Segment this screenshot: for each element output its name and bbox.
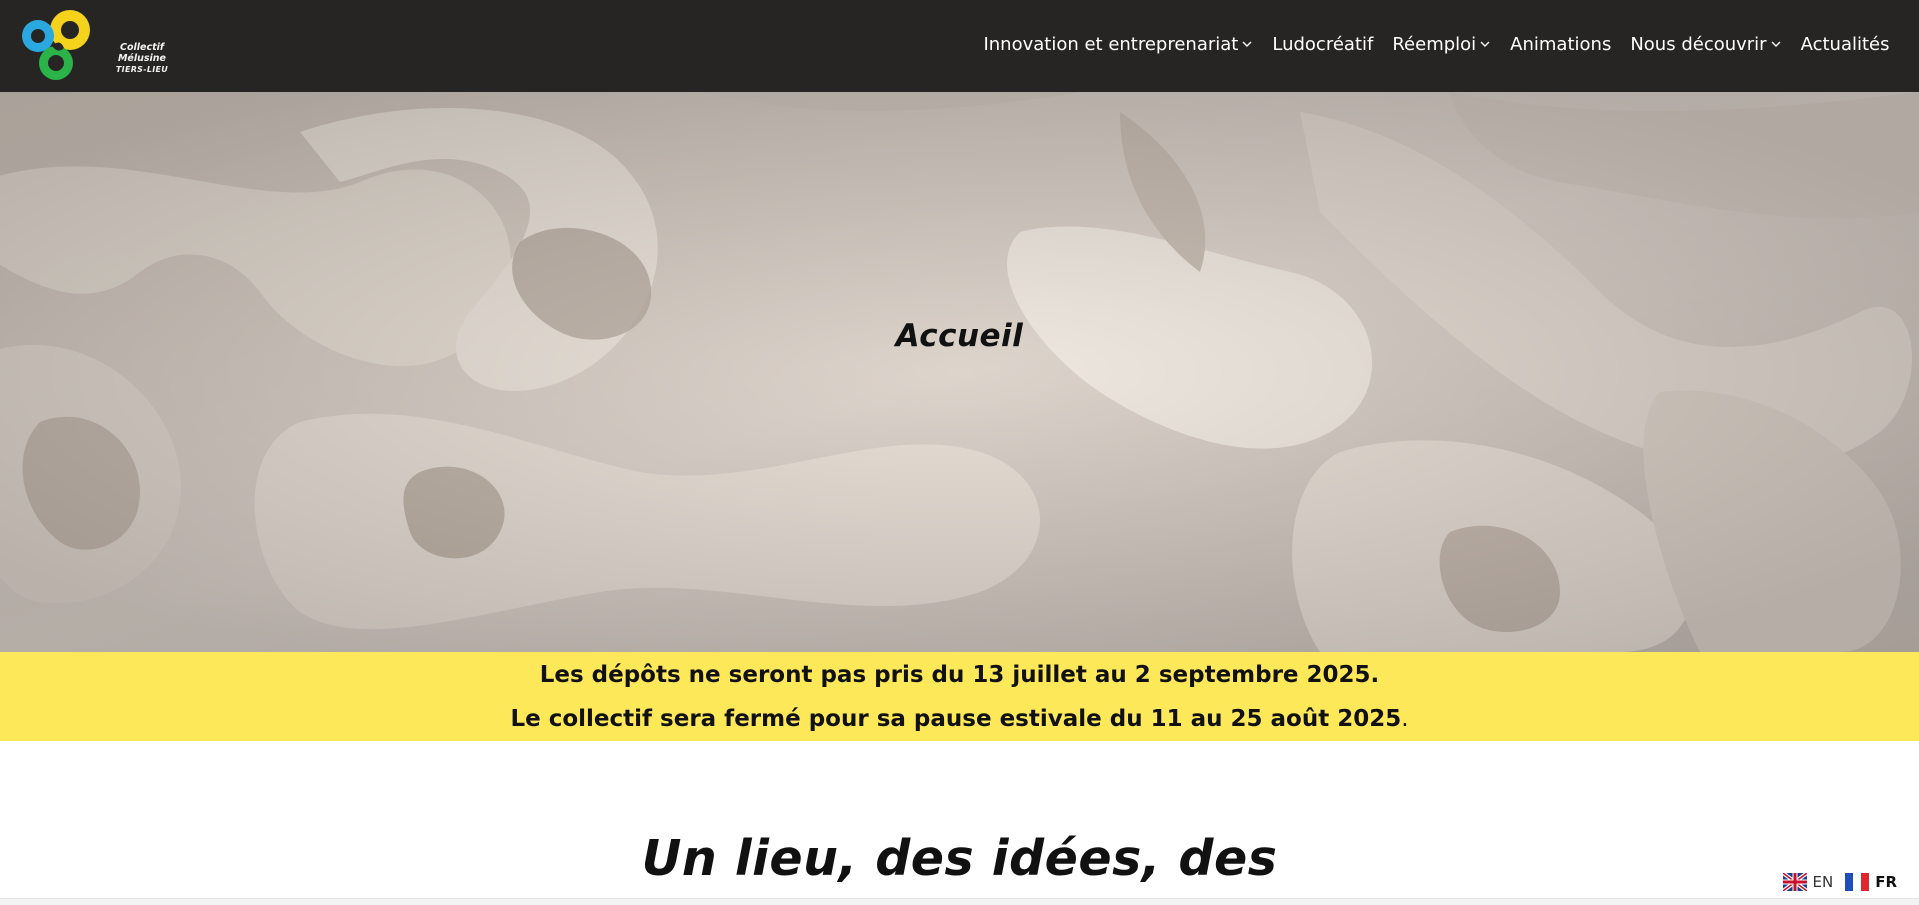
nav-item-label: Innovation et entreprenariat xyxy=(983,33,1239,55)
main-nav: Innovation et entreprenariat Ludocréatif… xyxy=(974,0,1899,88)
nav-item-nous-decouvrir[interactable]: Nous découvrir xyxy=(1621,34,1791,55)
announcement-closure-text: Le collectif sera fermé pour sa pause es… xyxy=(510,706,1402,732)
language-switcher: EN FR xyxy=(1766,871,1897,893)
site-header: Collectif Mélusine TIERS-LIEU Innovation… xyxy=(0,0,1919,92)
logo-mark-icon xyxy=(22,10,90,80)
nav-item-ludocreatif[interactable]: Ludocréatif xyxy=(1263,34,1383,55)
logo-text: Collectif Mélusine TIERS-LIEU xyxy=(106,42,178,75)
chevron-down-icon xyxy=(1770,38,1782,50)
nav-item-animations[interactable]: Animations xyxy=(1501,34,1621,55)
hero-background-image xyxy=(0,92,1919,652)
announcement-closure-period: . xyxy=(1401,706,1409,732)
language-code: EN xyxy=(1812,873,1834,891)
announcement-line-closure: Le collectif sera fermé pour sa pause es… xyxy=(0,706,1919,732)
logo-line1: Collectif Mélusine xyxy=(117,42,167,64)
announcement-line-deposits: Les dépôts ne seront pas pris du 13 juil… xyxy=(539,662,1380,688)
language-option-fr[interactable]: FR xyxy=(1845,873,1897,891)
language-option-en[interactable]: EN xyxy=(1782,873,1834,891)
announcement-banner: Les dépôts ne seront pas pris du 13 juil… xyxy=(0,652,1919,741)
logo-line2: TIERS-LIEU xyxy=(115,65,169,74)
site-logo[interactable]: Collectif Mélusine TIERS-LIEU xyxy=(18,8,178,84)
chevron-down-icon xyxy=(1241,38,1253,50)
language-code: FR xyxy=(1875,873,1897,891)
hero-banner: Accueil xyxy=(0,92,1919,652)
nav-item-innovation[interactable]: Innovation et entreprenariat xyxy=(974,34,1263,55)
section-heading: Un lieu, des idées, des xyxy=(641,830,1278,887)
nav-item-label: Nous découvrir xyxy=(1630,33,1767,55)
uk-flag-icon xyxy=(1782,873,1807,891)
nav-item-reemploi[interactable]: Réemploi xyxy=(1383,34,1501,55)
nav-item-label: Ludocréatif xyxy=(1272,33,1374,55)
nav-item-label: Réemploi xyxy=(1392,33,1477,55)
chevron-down-icon xyxy=(1479,38,1491,50)
nav-item-label: Actualités xyxy=(1800,33,1890,55)
nav-item-label: Animations xyxy=(1510,33,1612,55)
page-title: Accueil xyxy=(895,318,1024,354)
france-flag-icon xyxy=(1845,873,1870,891)
nav-item-actualites[interactable]: Actualités xyxy=(1791,34,1899,55)
